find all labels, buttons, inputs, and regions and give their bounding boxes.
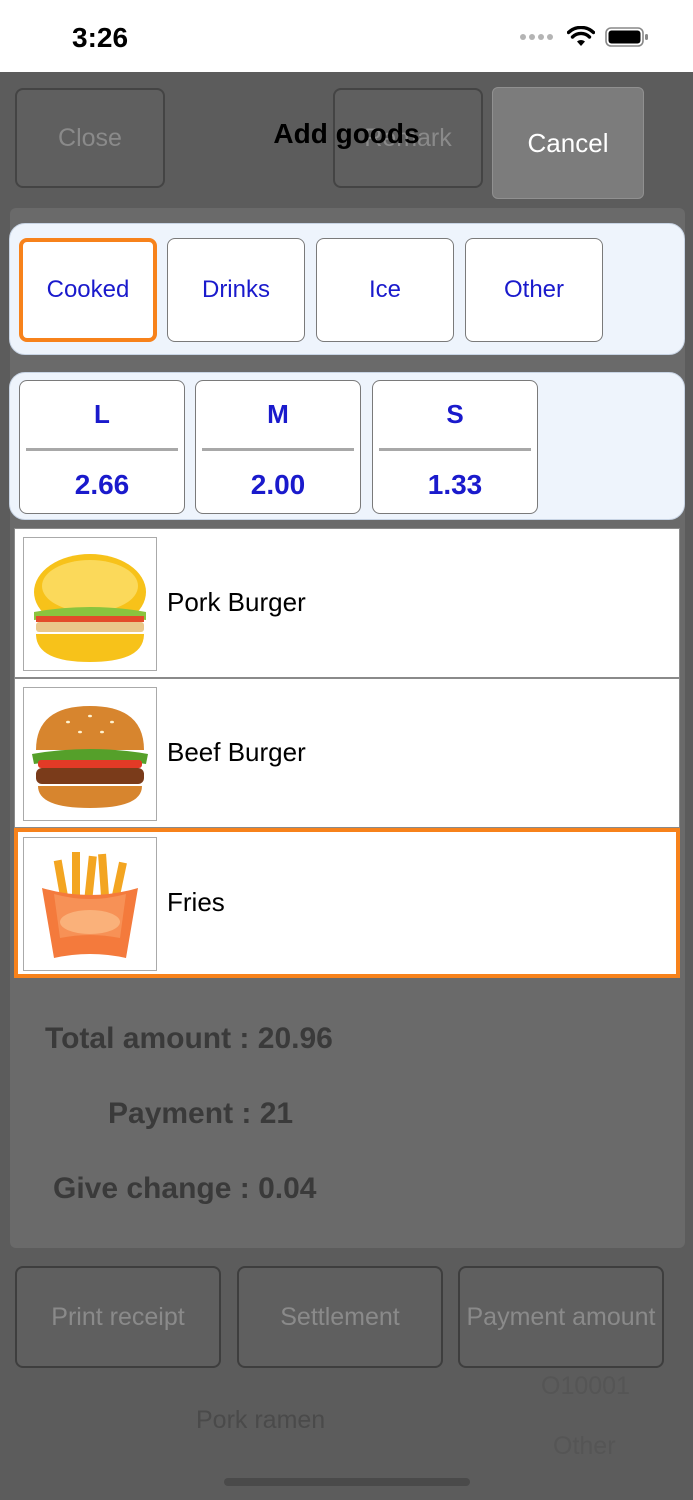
divider: [202, 448, 354, 451]
size-price: 1.33: [427, 469, 483, 500]
goods-item-fries[interactable]: Fries: [14, 828, 680, 978]
size-m-button[interactable]: M 2.00: [195, 380, 361, 514]
category-cooked-button[interactable]: Cooked: [19, 238, 157, 342]
size-price: 2.66: [74, 469, 130, 500]
payment-text: Payment : 21: [108, 1097, 294, 1130]
order-number: O10001: [541, 1372, 630, 1400]
size-panel: L 2.66 M 2.00 S 1.33: [9, 372, 685, 520]
size-name: M: [267, 399, 289, 429]
category-drinks-button[interactable]: Drinks: [167, 238, 305, 342]
fries-image: [23, 837, 157, 971]
settlement-button: Settlement: [237, 1266, 443, 1368]
goods-item-beef-burger[interactable]: Beef Burger: [14, 678, 680, 828]
goods-name: Pork Burger: [167, 587, 306, 617]
other-text: Other: [553, 1432, 616, 1460]
size-s-button[interactable]: S 1.33: [372, 380, 538, 514]
pork-burger-image: [23, 537, 157, 671]
status-bar: 3:26: [0, 0, 693, 72]
category-panel: Cooked Drinks Ice Other: [9, 223, 685, 355]
signal-icon: [520, 34, 553, 40]
category-other-button[interactable]: Other: [465, 238, 603, 342]
beef-burger-image: [23, 687, 157, 821]
give-change-text: Give change : 0.04: [53, 1172, 317, 1205]
battery-icon: [605, 27, 648, 47]
goods-name: Beef Burger: [167, 737, 306, 767]
status-icons: [520, 26, 649, 48]
divider: [26, 448, 178, 451]
goods-item-pork-burger[interactable]: Pork Burger: [14, 528, 680, 678]
goods-name: Fries: [167, 887, 225, 917]
cancel-button[interactable]: Cancel: [492, 87, 644, 199]
size-name: L: [94, 399, 110, 429]
wifi-icon: [567, 26, 595, 46]
divider: [379, 448, 531, 451]
category-ice-button[interactable]: Ice: [316, 238, 454, 342]
pork-ramen-text: Pork ramen: [196, 1406, 326, 1434]
status-time: 3:26: [72, 22, 129, 53]
size-name: S: [446, 399, 464, 429]
print-receipt-button: Print receipt: [15, 1266, 221, 1368]
home-indicator[interactable]: [224, 1478, 470, 1486]
size-price: 2.00: [250, 469, 306, 500]
total-amount-text: Total amount : 20.96: [45, 1022, 333, 1055]
payment-amount-button: Payment amount: [458, 1266, 664, 1368]
size-l-button[interactable]: L 2.66: [19, 380, 185, 514]
